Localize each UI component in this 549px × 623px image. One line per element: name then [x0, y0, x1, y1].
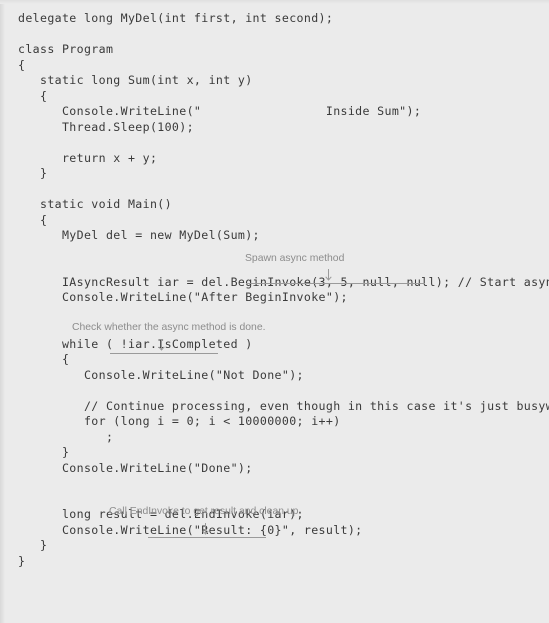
code-line: Thread.Sleep(100);	[18, 119, 194, 134]
code-line: for (long i = 0; i < 10000000; i++)	[18, 414, 341, 428]
annotation-underline-spawn-async-method	[246, 283, 425, 284]
annotation-label-call-endinvoke: Call EndInvoke to get result and clean u…	[109, 506, 302, 517]
code-line: // Continue processing, even though in t…	[18, 398, 549, 413]
code-line: }	[18, 538, 48, 552]
code-line: Console.WriteLine("Not Done");	[18, 367, 304, 382]
annotation-label-check-async-done: Check whether the async method is done.	[72, 322, 266, 333]
code-line: Console.WriteLine("After BeginInvoke");	[18, 290, 348, 304]
code-line: Console.WriteLine("Result: {0}", result)…	[18, 522, 363, 537]
code-line: Console.WriteLine("Done");	[18, 460, 253, 475]
code-block: delegate long MyDel(int first, int secon…	[0, 0, 549, 623]
code-line: class Program	[18, 42, 114, 56]
annotation-down-arrow-icon-spawn-async-method	[324, 269, 333, 281]
annotation-down-arrow-icon-check-async-done	[157, 339, 166, 351]
code-listing-figure: delegate long MyDel(int first, int secon…	[0, 0, 549, 623]
code-line: delegate long MyDel(int first, int secon…	[18, 11, 334, 25]
code-line: }	[18, 445, 70, 459]
code-line: }	[18, 553, 26, 568]
code-line: Console.WriteLine(" Inside Sum");	[18, 104, 422, 118]
annotation-underline-check-async-done	[110, 353, 218, 354]
code-line: ;	[18, 429, 114, 444]
code-line: static long Sum(int x, int y)	[18, 73, 253, 87]
code-line: MyDel del = new MyDel(Sum);	[18, 228, 260, 242]
code-line: {	[18, 57, 26, 72]
code-line: }	[18, 166, 48, 180]
code-line: while ( !iar.IsCompleted )	[18, 336, 253, 351]
code-line: {	[18, 352, 70, 366]
code-line: {	[18, 212, 48, 227]
code-line: static void Main()	[18, 197, 172, 211]
code-line: {	[18, 88, 48, 103]
annotation-down-arrow-icon-call-endinvoke	[201, 523, 210, 535]
annotation-label-spawn-async-method: Spawn async method	[245, 253, 345, 264]
annotation-underline-call-endinvoke	[148, 537, 266, 538]
code-line: return x + y;	[18, 150, 158, 165]
